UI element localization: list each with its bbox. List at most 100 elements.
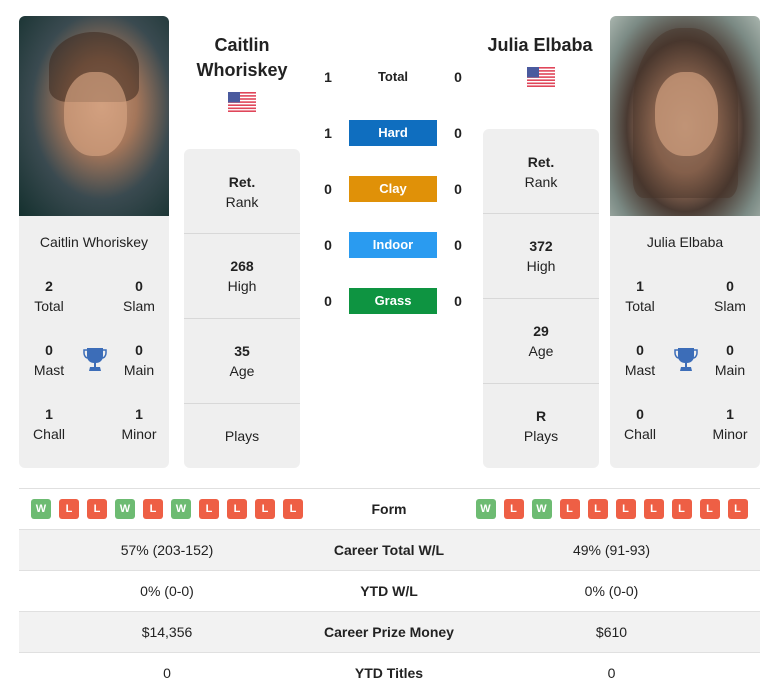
titles-label: Total — [625, 298, 655, 314]
titles-label: Slam — [714, 298, 746, 314]
surface-badge-grass[interactable]: Grass — [349, 288, 437, 314]
player2-titles-main: 0 Main — [700, 340, 760, 380]
h2h-left-value: 0 — [324, 181, 332, 197]
info-value: R — [535, 408, 547, 424]
titles-label: Slam — [123, 298, 155, 314]
form-badge-loss[interactable]: L — [59, 499, 79, 519]
table-row-prize-money: $14,356 Career Prize Money $610 — [19, 612, 760, 653]
titles-label: Chall — [624, 426, 656, 442]
h2h-grass: 0 Grass 0 — [310, 288, 470, 314]
titles-label: Mast — [624, 362, 656, 378]
form-badge-loss[interactable]: L — [699, 499, 720, 519]
player2-form: WLWLLLLLLL — [463, 489, 760, 529]
player1-plays: Plays — [184, 403, 300, 468]
form-badge-loss[interactable]: L — [671, 499, 692, 519]
form-badge-loss[interactable]: L — [87, 499, 107, 519]
titles-label: Main — [714, 362, 746, 378]
row-label-prize-money: Career Prize Money — [324, 624, 454, 640]
form-badge-loss[interactable]: L — [143, 499, 163, 519]
h2h-left-value: 1 — [324, 125, 332, 141]
player1-ytd-titles: 0 — [163, 665, 171, 681]
titles-value: 0 — [45, 342, 53, 358]
photo-face — [64, 72, 127, 156]
table-row-ytd-titles: 0 YTD Titles 0 — [19, 653, 760, 694]
info-label: Plays — [224, 428, 260, 444]
player1-name[interactable]: Caitlin Whoriskey — [184, 33, 300, 83]
titles-value: 0 — [726, 342, 734, 358]
player2-plays: R Plays — [483, 383, 599, 468]
form-badge-loss[interactable]: L — [615, 499, 636, 519]
player2-card-name[interactable]: Julia Elbaba — [610, 234, 760, 250]
form-badge-win[interactable]: W — [171, 499, 191, 519]
titles-label: Main — [123, 362, 155, 378]
h2h-right-value: 0 — [454, 293, 462, 309]
player1-high: 268 High — [184, 233, 300, 318]
form-badge-loss[interactable]: L — [727, 499, 748, 519]
h2h-total: 1 Total 0 — [310, 64, 470, 90]
player2-info-card: Ret. Rank 372 High 29 Age R Plays — [483, 129, 599, 468]
info-value: 268 — [230, 258, 254, 274]
player2-name[interactable]: Julia Elbaba — [470, 33, 610, 58]
info-label: High — [526, 258, 556, 274]
titles-value: 0 — [135, 342, 143, 358]
player2-form-badges: WLWLLLLLLL — [463, 489, 760, 529]
surface-badge-indoor[interactable]: Indoor — [349, 232, 437, 258]
player2-prize-money: $610 — [595, 624, 628, 640]
player2-ytd-wl: 0% (0-0) — [584, 583, 639, 599]
player2-titles-total: 1 Total — [610, 276, 670, 316]
form-badge-loss[interactable]: L — [199, 499, 219, 519]
player1-age: 35 Age — [184, 318, 300, 403]
form-badge-loss[interactable]: L — [559, 499, 580, 519]
player1-name-line1: Caitlin — [214, 35, 270, 55]
h2h-clay: 0 Clay 0 — [310, 176, 470, 202]
table-row-form: WLLWLWLLLL Form WLWLLLLLLL — [19, 489, 760, 530]
form-badge-loss[interactable]: L — [255, 499, 275, 519]
h2h-label: Total — [377, 69, 409, 84]
player2-photo[interactable] — [610, 16, 760, 216]
player1-photo[interactable] — [19, 16, 169, 216]
player1-titles-main: 0 Main — [109, 340, 169, 380]
info-value: Ret. — [527, 153, 555, 170]
form-badge-loss[interactable]: L — [643, 499, 664, 519]
titles-value: 0 — [726, 278, 734, 294]
player1-rank: Ret. Rank — [184, 149, 300, 234]
player1-titles-mast: 0 Mast — [19, 340, 79, 380]
titles-value: 1 — [636, 278, 644, 294]
us-flag-icon — [228, 92, 256, 112]
player2-titles-slam: 0 Slam — [700, 276, 760, 316]
form-badge-win[interactable]: W — [475, 499, 496, 519]
player2-ytd-titles: 0 — [607, 665, 616, 681]
h2h-left-value: 0 — [324, 237, 332, 253]
info-value: Ret. — [228, 173, 256, 190]
info-label: Plays — [523, 428, 559, 444]
info-value: 29 — [533, 323, 549, 339]
player1-titles-slam: 0 Slam — [109, 276, 169, 316]
surface-badge-clay[interactable]: Clay — [349, 176, 437, 202]
form-badge-loss[interactable]: L — [227, 499, 247, 519]
surface-badge-hard[interactable]: Hard — [349, 120, 437, 146]
player2-titles-mast: 0 Mast — [610, 340, 670, 380]
form-badge-win[interactable]: W — [531, 499, 552, 519]
titles-label: Minor — [121, 426, 157, 442]
form-badge-win[interactable]: W — [31, 499, 51, 519]
info-label: Rank — [225, 193, 259, 210]
player1-name-line2: Whoriskey — [196, 60, 288, 80]
photo-face — [655, 72, 718, 156]
form-badge-loss[interactable]: L — [283, 499, 303, 519]
h2h-right-value: 0 — [454, 69, 462, 85]
h2h-right-value: 0 — [454, 181, 462, 197]
form-badge-win[interactable]: W — [115, 499, 135, 519]
player1-ytd-wl: 0% (0-0) — [140, 583, 194, 599]
trophy-icon — [83, 348, 107, 371]
player2-titles-card: Julia Elbaba 1 Total 0 Slam 0 Mast 0 Mai… — [610, 216, 760, 468]
player1-card-name[interactable]: Caitlin Whoriskey — [19, 234, 169, 250]
form-badge-loss[interactable]: L — [587, 499, 608, 519]
player1-form-badges: WLLWLWLLLL — [19, 489, 315, 529]
player1-titles-minor: 1 Minor — [109, 404, 169, 444]
player2-titles-chall: 0 Chall — [610, 404, 670, 444]
info-label: Age — [528, 343, 554, 359]
titles-value: 1 — [726, 406, 734, 422]
table-row-ytd-wl: 0% (0-0) YTD W/L 0% (0-0) — [19, 571, 760, 612]
form-badge-loss[interactable]: L — [503, 499, 524, 519]
row-label-career-wl: Career Total W/L — [333, 542, 445, 558]
